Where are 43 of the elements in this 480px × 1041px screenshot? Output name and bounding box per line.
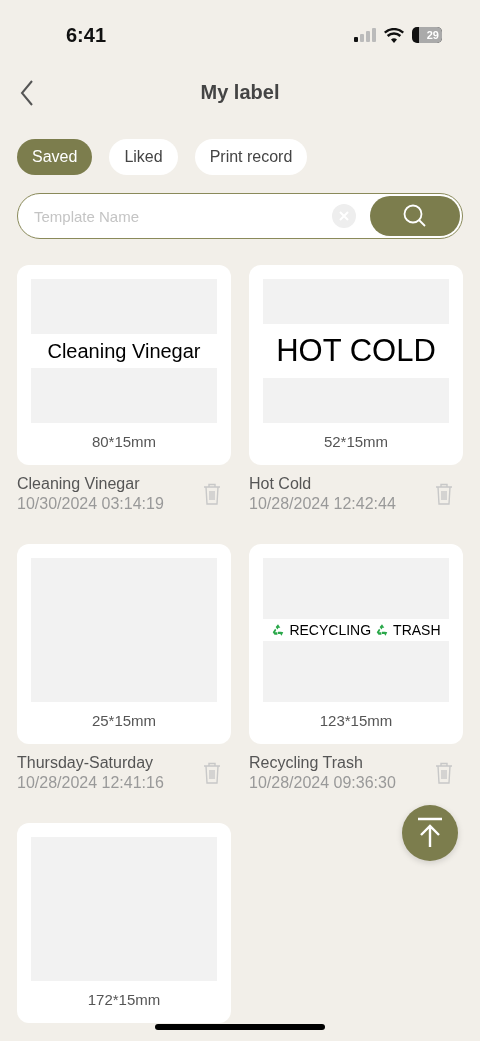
template-card[interactable]: Cleaning Vinegar 80*15mm — [17, 265, 231, 465]
label-text: TRASH — [393, 622, 441, 638]
label-text: RECYCLING — [289, 622, 372, 638]
page-title: My label — [200, 81, 280, 104]
label-size: 25*15mm — [90, 712, 158, 729]
label-text: HOT COLD — [276, 333, 436, 369]
template-name: Cleaning Vinegar — [17, 475, 141, 493]
signal-icon — [354, 28, 376, 42]
template-card[interactable]: RECYCLING TRASH 123*15mm — [249, 544, 463, 744]
delete-icon[interactable] — [203, 483, 221, 505]
recycle-icon — [375, 623, 390, 637]
delete-icon[interactable] — [203, 762, 221, 784]
search-button[interactable] — [370, 196, 460, 236]
template-date: 10/30/2024 03:14:19 — [17, 495, 164, 513]
label-text: Cleaning Vinegar — [47, 339, 201, 363]
status-time: 6:41 — [66, 23, 107, 47]
template-card[interactable]: 25*15mm — [17, 544, 231, 744]
back-button[interactable] — [20, 79, 34, 106]
scroll-top-button[interactable] — [402, 805, 458, 861]
filter-tab[interactable]: Liked — [109, 139, 178, 175]
template-name: Thursday-Saturday — [17, 754, 155, 772]
filter-tab[interactable]: Print record — [194, 139, 308, 175]
template-card[interactable]: 172*15mm — [17, 823, 231, 1023]
template-name: Hot Cold — [249, 475, 313, 493]
delete-icon[interactable] — [435, 762, 453, 784]
template-name: Recycling Trash — [249, 754, 364, 772]
label-size: 80*15mm — [90, 433, 158, 450]
search-icon — [402, 203, 428, 229]
filter-tab[interactable]: Saved — [17, 139, 93, 175]
template-date: 10/28/2024 12:41:16 — [17, 774, 164, 792]
label-size: 123*15mm — [318, 712, 394, 729]
label-size: 52*15mm — [322, 433, 390, 450]
delete-icon[interactable] — [435, 483, 453, 505]
arrow-up-icon — [415, 817, 445, 849]
template-card[interactable]: HOT COLD 52*15mm — [249, 265, 463, 465]
label-size: 172*15mm — [86, 991, 162, 1008]
battery-indicator: 29 — [412, 27, 442, 43]
recycle-icon — [271, 623, 286, 637]
template-date: 10/28/2024 12:42:44 — [249, 495, 396, 513]
template-date: 10/28/2024 09:36:30 — [249, 774, 396, 792]
wifi-icon — [384, 27, 404, 43]
search-bar[interactable]: Template Name — [17, 193, 463, 239]
search-field[interactable]: Template Name — [32, 206, 332, 226]
